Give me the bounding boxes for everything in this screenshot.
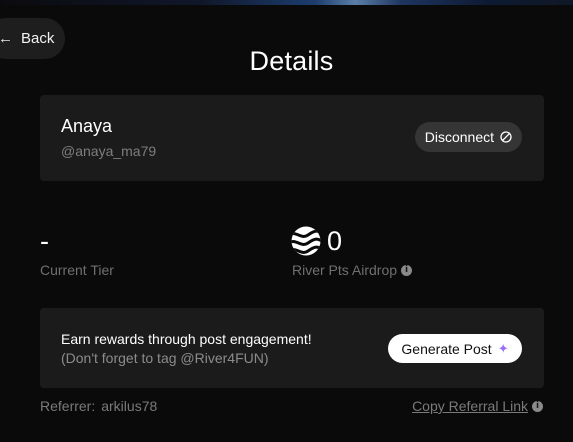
ban-icon: [500, 131, 512, 143]
info-icon[interactable]: i: [532, 400, 543, 412]
current-tier-value: -: [40, 226, 49, 256]
sparkle-icon: ✦: [497, 341, 509, 356]
top-banner-image: [0, 0, 573, 5]
referrer-row: Referrer: arkilus78: [40, 398, 157, 414]
river-logo-icon: [291, 226, 321, 256]
arrow-left-icon: ←: [0, 30, 13, 47]
promo-card: Earn rewards through post engagement! (D…: [40, 308, 544, 388]
promo-subtitle: (Don't forget to tag @River4FUN): [61, 350, 269, 366]
info-icon[interactable]: i: [401, 264, 413, 276]
back-label: Back: [21, 30, 55, 47]
promo-title: Earn rewards through post engagement!: [61, 331, 312, 347]
airdrop-label-row: River Pts Airdrop i: [292, 262, 413, 278]
disconnect-label: Disconnect: [424, 129, 494, 145]
referrer-label: Referrer:: [40, 398, 96, 414]
airdrop-value: 0: [327, 226, 343, 256]
generate-post-label: Generate Post: [401, 340, 492, 357]
details-page: ← Back Details Anaya @anaya_ma79 Disconn…: [0, 0, 573, 442]
airdrop-label: River Pts Airdrop: [292, 262, 398, 278]
current-tier-label: Current Tier: [40, 262, 114, 278]
copy-referral-link[interactable]: Copy Referral Link: [412, 398, 528, 414]
account-handle: @anaya_ma79: [61, 143, 157, 159]
account-name: Anaya: [61, 116, 113, 136]
copy-referral-row: Copy Referral Link i: [412, 398, 543, 414]
disconnect-button[interactable]: Disconnect: [414, 122, 522, 152]
account-card: Anaya @anaya_ma79 Disconnect: [40, 95, 544, 181]
page-title: Details: [249, 46, 334, 76]
generate-post-button[interactable]: Generate Post ✦: [388, 334, 522, 363]
referrer-value: arkilus78: [101, 398, 158, 414]
